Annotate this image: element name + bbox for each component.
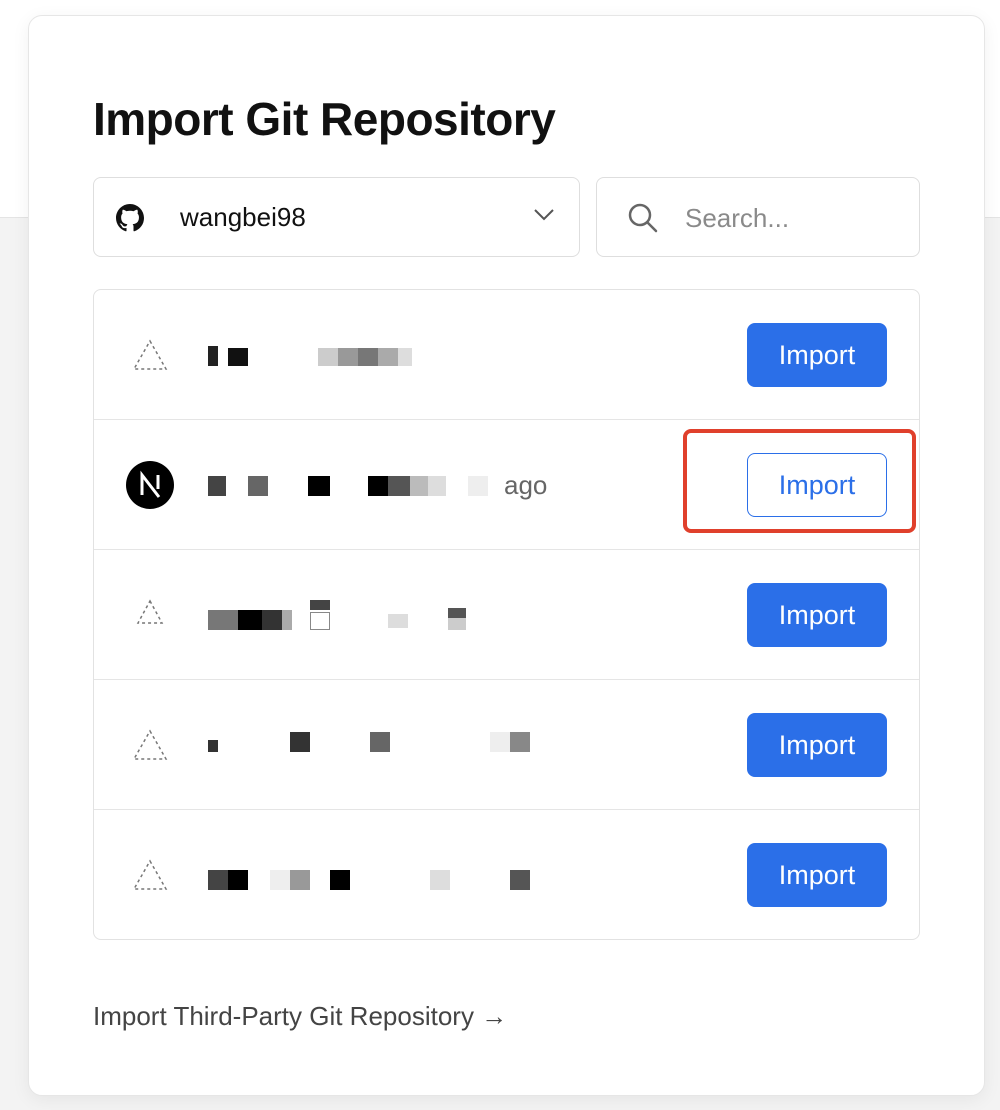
nextjs-logo-icon [126,461,174,509]
redacted-text [208,470,488,500]
account-name: wangbei98 [180,202,306,232]
vercel-triangle-icon [132,729,168,760]
search-icon [628,203,658,233]
repository-search [596,177,920,257]
redacted-text [208,726,538,756]
import-third-party-link[interactable]: Import Third-Party Git Repository → [93,1001,507,1032]
redacted-text [208,340,418,370]
import-button[interactable]: Import [747,713,887,777]
import-button[interactable]: Import [747,583,887,647]
vercel-triangle-icon [136,599,164,624]
vercel-triangle-icon [132,339,168,370]
account-scope-select[interactable]: wangbei98 [93,177,580,257]
dialog-title: Import Git Repository [93,93,556,145]
chevron-down-icon [534,209,554,221]
repo-row: Import [94,290,919,420]
redacted-text [208,600,478,632]
repo-row: ago Import [94,420,919,550]
repo-row: Import [94,680,919,810]
import-button[interactable]: Import [747,453,887,517]
repo-updated-time: ago [504,470,548,500]
repo-row: Import [94,810,919,939]
import-button[interactable]: Import [747,323,887,387]
vercel-triangle-icon [132,859,168,890]
redacted-text [208,860,538,892]
repository-list: Import ago Import Import Import Import [93,289,920,940]
import-dialog: Import Git Repository wangbei98 Search..… [28,15,985,1096]
github-icon [116,204,144,232]
search-input[interactable] [685,196,905,240]
repo-row: Import [94,550,919,680]
import-button[interactable]: Import [747,843,887,907]
